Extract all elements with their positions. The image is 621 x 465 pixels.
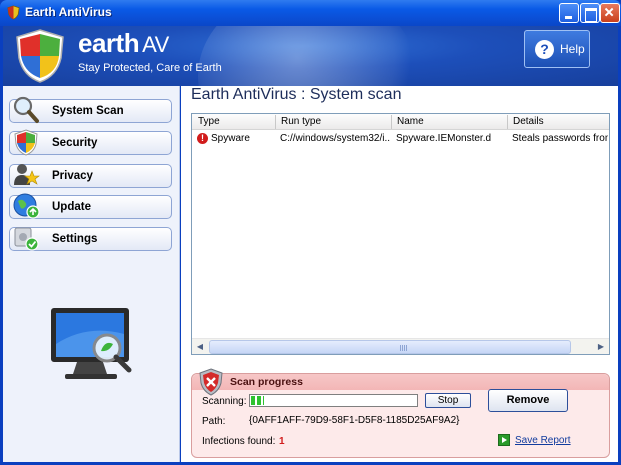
maximize-button[interactable]	[580, 3, 600, 23]
title-bar[interactable]: Earth AntiVirus	[0, 0, 621, 26]
table-row[interactable]: ! Spyware C://windows/system32/i... Spyw…	[192, 132, 609, 148]
sidebar-item-label: System Scan	[52, 105, 124, 117]
scan-progress-bar	[249, 394, 418, 407]
brand-name: earth	[78, 28, 140, 58]
threat-list[interactable]: Type Run type Name Details ! Spyware C:/…	[191, 113, 610, 355]
minimize-button[interactable]	[559, 3, 579, 23]
infections-count: 1	[279, 436, 285, 447]
horizontal-scrollbar[interactable]: ◀ ▶	[192, 338, 609, 354]
brand-logo: earth AV	[78, 28, 169, 59]
column-separator[interactable]	[391, 115, 392, 129]
app-window: Earth AntiVirus earth AV Stay Protected, …	[0, 0, 621, 465]
close-button[interactable]	[600, 3, 620, 23]
sidebar-item-update[interactable]: Update	[9, 193, 172, 219]
column-separator[interactable]	[507, 115, 508, 129]
globe-background	[198, 26, 418, 86]
scanning-label: Scanning:	[202, 396, 247, 407]
globe-update-icon	[13, 193, 40, 219]
scan-progress-title: Scan progress	[230, 376, 303, 388]
cell-run-type: C://windows/system32/i...	[280, 133, 390, 144]
cell-name: Spyware.IEMonster.d	[396, 133, 492, 144]
column-header-type[interactable]: Type	[198, 116, 220, 127]
sidebar-item-label: Settings	[52, 233, 98, 245]
gear-check-icon	[14, 227, 39, 251]
sidebar: System Scan Security Privacy Update Sett…	[3, 86, 180, 462]
sidebar-item-settings[interactable]: Settings	[9, 227, 172, 251]
save-report-link[interactable]: Save Report	[515, 435, 571, 446]
sidebar-item-security[interactable]: Security	[9, 129, 172, 156]
scroll-right-arrow-icon[interactable]: ▶	[594, 340, 608, 354]
scan-progress-fill	[251, 396, 264, 405]
user-star-icon	[14, 164, 40, 185]
error-icon: !	[197, 133, 208, 144]
shield-logo-icon	[16, 29, 64, 83]
save-arrow-icon[interactable]	[498, 434, 510, 446]
column-header-name[interactable]: Name	[397, 116, 424, 127]
path-label: Path:	[202, 416, 226, 427]
column-header-run-type[interactable]: Run type	[281, 116, 321, 127]
stop-button[interactable]: Stop	[425, 393, 471, 408]
infections-label: Infections found:	[202, 436, 276, 447]
main-panel: Earth AntiVirus : System scan Type Run t…	[181, 86, 618, 462]
shield-app-icon	[7, 5, 20, 20]
window-title: Earth AntiVirus	[25, 5, 112, 19]
shield-icon	[14, 129, 38, 156]
scan-progress-panel: Scan progress Scanning: Stop Remove Path…	[191, 368, 610, 458]
brand-suffix: AV	[142, 32, 169, 57]
scroll-left-arrow-icon[interactable]: ◀	[193, 340, 207, 354]
question-icon: ?	[535, 40, 554, 59]
warning-shield-icon	[199, 368, 223, 396]
close-icon	[604, 7, 614, 17]
cell-details: Steals passwords from I	[512, 133, 608, 144]
scrollbar-thumb[interactable]	[209, 340, 571, 354]
help-button[interactable]: ? Help	[524, 30, 590, 68]
column-separator[interactable]	[275, 115, 276, 129]
column-header-details[interactable]: Details	[513, 116, 544, 127]
cell-type: Spyware	[211, 133, 250, 144]
header-banner: earth AV Stay Protected, Care of Earth ? …	[3, 26, 618, 86]
path-value: {0AFF1AFF-79D9-58F1-D5F8-1185D25AF9A2}	[249, 415, 460, 426]
sidebar-item-privacy[interactable]: Privacy	[9, 164, 172, 188]
list-header: Type Run type Name Details	[192, 114, 609, 130]
help-label: Help	[560, 42, 585, 56]
tagline: Stay Protected, Care of Earth	[78, 62, 222, 74]
magnifier-icon	[13, 96, 39, 123]
sidebar-item-label: Security	[52, 137, 98, 149]
scan-progress-header: Scan progress	[192, 374, 609, 390]
remove-button[interactable]: Remove	[488, 389, 568, 412]
scrollbar-grip	[400, 345, 408, 351]
sidebar-item-label: Update	[52, 201, 91, 213]
page-title: Earth AntiVirus : System scan	[191, 86, 402, 103]
sidebar-item-system-scan[interactable]: System Scan	[9, 96, 172, 123]
sidebar-item-label: Privacy	[52, 170, 93, 182]
monitor-illustration	[51, 308, 132, 379]
